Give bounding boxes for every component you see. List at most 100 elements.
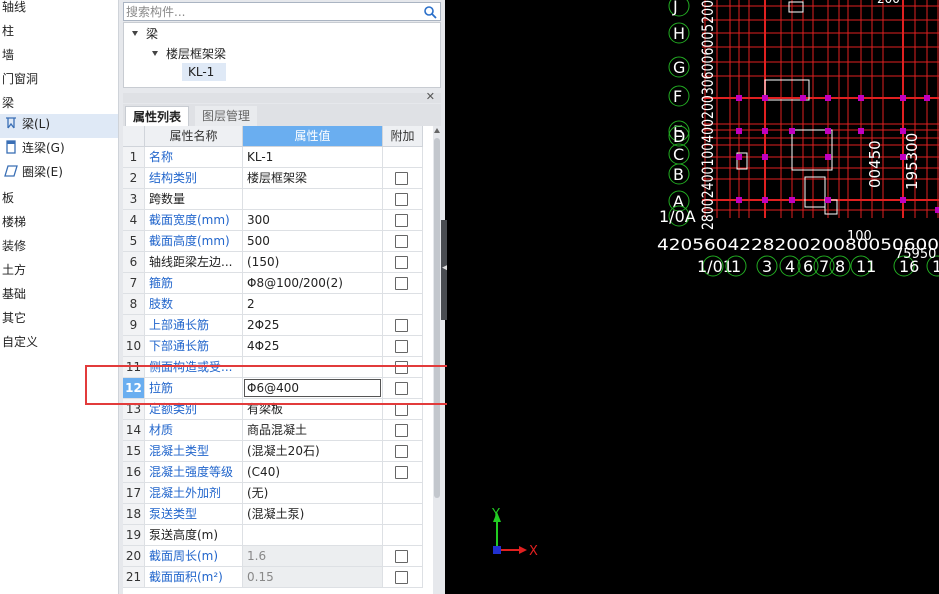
property-row[interactable]: 7 箍筋 Φ8@100/200(2) [123, 273, 433, 294]
nav-item-quanliang[interactable]: 圈梁(E) [0, 162, 63, 186]
property-row[interactable]: 11 侧面构造或受... [123, 357, 433, 378]
attach-checkbox[interactable] [395, 403, 408, 416]
property-value[interactable]: (混凝土泵) [243, 504, 383, 525]
property-row[interactable]: 19 泵送高度(m) [123, 525, 433, 546]
value-text: (C40) [247, 465, 281, 479]
property-value[interactable]: Φ6@400 [243, 378, 383, 399]
cad-drawing[interactable]: JHGFEDCBA1/0A 1/01134678111619 420560422… [447, 0, 939, 594]
property-row[interactable]: 15 混凝土类型 (混凝土20石) [123, 441, 433, 462]
nav-item-lianliang[interactable]: 连梁(G) [0, 138, 65, 162]
nav-item-wall[interactable]: 墙 [0, 45, 14, 69]
property-row[interactable]: 16 混凝土强度等级 (C40) [123, 462, 433, 483]
axis-y-label: Y [491, 507, 500, 522]
nav-item-beam-l[interactable]: 梁(L) [0, 114, 118, 138]
property-value[interactable]: (混凝土20石) [243, 441, 383, 462]
attach-checkbox[interactable] [395, 214, 408, 227]
cad-canvas[interactable]: JHGFEDCBA1/0A 1/01134678111619 420560422… [447, 0, 939, 594]
property-row[interactable]: 17 混凝土外加剂 (无) [123, 483, 433, 504]
nav-item-earthwork[interactable]: 土方 [0, 260, 26, 284]
scroll-up-icon[interactable] [434, 128, 440, 133]
property-row[interactable]: 4 截面宽度(mm) 300 [123, 210, 433, 231]
property-value[interactable]: 2 [243, 294, 383, 315]
tree-node-leaf[interactable]: KL-1 [182, 63, 227, 81]
property-row[interactable]: 13 定额类别 有梁板 [123, 399, 433, 420]
property-value[interactable]: 1.6 [243, 546, 383, 567]
attach-checkbox[interactable] [395, 466, 408, 479]
property-value[interactable] [243, 189, 383, 210]
attach-checkbox[interactable] [395, 256, 408, 269]
column-marker [900, 95, 906, 101]
search-icon[interactable] [423, 5, 437, 19]
property-name: 截面高度(mm) [145, 231, 243, 252]
property-value[interactable]: 有梁板 [243, 399, 383, 420]
property-row[interactable]: 14 材质 商品混凝土 [123, 420, 433, 441]
row-number: 1 [123, 147, 145, 168]
property-row[interactable]: 12 拉筋 Φ6@400 [123, 378, 433, 399]
vertical-dims-left: 28002400100400200306006005200 [698, 0, 717, 230]
nav-item-stair[interactable]: 楼梯 [0, 212, 26, 236]
grid-scrollbar[interactable] [433, 126, 441, 594]
attach-checkbox[interactable] [395, 550, 408, 563]
property-value[interactable]: 2Φ25 [243, 315, 383, 336]
property-value[interactable]: (无) [243, 483, 383, 504]
attach-checkbox[interactable] [395, 235, 408, 248]
property-value[interactable]: 商品混凝土 [243, 420, 383, 441]
tab-layers[interactable]: 图层管理 [195, 106, 258, 126]
close-icon[interactable]: ✕ [426, 90, 435, 103]
row-number: 14 [123, 420, 145, 441]
scroll-thumb[interactable] [434, 138, 440, 498]
tree-node-child[interactable]: 楼层框架梁 [152, 45, 226, 62]
value-editor[interactable] [244, 379, 381, 397]
property-name: 泵送高度(m) [145, 525, 243, 546]
property-value[interactable]: 楼层框架梁 [243, 168, 383, 189]
property-value[interactable]: 500 [243, 231, 383, 252]
dim-text-bottom-2: 100 [847, 229, 872, 244]
property-row[interactable]: 21 截面面积(m²) 0.15 [123, 567, 433, 588]
property-value[interactable] [243, 357, 383, 378]
attach-checkbox[interactable] [395, 193, 408, 206]
property-row[interactable]: 5 截面高度(mm) 500 [123, 231, 433, 252]
property-value[interactable]: (150) [243, 252, 383, 273]
nav-item-column[interactable]: 柱 [0, 21, 14, 45]
tree-node-root[interactable]: 梁 [132, 25, 158, 42]
attach-checkbox[interactable] [395, 361, 408, 374]
expand-icon[interactable] [132, 31, 138, 36]
property-row[interactable]: 18 泵送类型 (混凝土泵) [123, 504, 433, 525]
property-row[interactable]: 8 肢数 2 [123, 294, 433, 315]
property-value[interactable]: KL-1 [243, 147, 383, 168]
nav-item-axis[interactable]: 轴线 [0, 0, 26, 21]
property-row[interactable]: 1 名称 KL-1 [123, 147, 433, 168]
property-value[interactable]: 4Φ25 [243, 336, 383, 357]
nav-item-slab[interactable]: 板 [0, 188, 14, 212]
attach-checkbox[interactable] [395, 424, 408, 437]
nav-item-door-window[interactable]: 门窗洞 [0, 69, 38, 93]
nav-item-custom[interactable]: 自定义 [0, 332, 38, 356]
tab-properties[interactable]: 属性列表 [125, 106, 190, 126]
nav-item-other[interactable]: 其它 [0, 308, 26, 332]
property-value[interactable]: 0.15 [243, 567, 383, 588]
attach-checkbox[interactable] [395, 445, 408, 458]
attach-checkbox[interactable] [395, 571, 408, 584]
beam-icon [4, 116, 18, 130]
column-marker [858, 95, 864, 101]
nav-item-decoration[interactable]: 装修 [0, 236, 26, 260]
dim-text-bottom-3: 75950 [895, 247, 936, 262]
property-row[interactable]: 9 上部通长筋 2Φ25 [123, 315, 433, 336]
attach-checkbox[interactable] [395, 319, 408, 332]
attach-checkbox[interactable] [395, 340, 408, 353]
property-row[interactable]: 10 下部通长筋 4Φ25 [123, 336, 433, 357]
property-value[interactable]: Φ8@100/200(2) [243, 273, 383, 294]
property-row[interactable]: 2 结构类别 楼层框架梁 [123, 168, 433, 189]
attach-checkbox[interactable] [395, 382, 408, 395]
search-input[interactable] [126, 4, 416, 19]
nav-item-foundation[interactable]: 基础 [0, 284, 26, 308]
property-row[interactable]: 6 轴线距梁左边... (150) [123, 252, 433, 273]
attach-checkbox[interactable] [395, 172, 408, 185]
property-row[interactable]: 20 截面周长(m) 1.6 [123, 546, 433, 567]
attach-checkbox[interactable] [395, 277, 408, 290]
property-value[interactable]: (C40) [243, 462, 383, 483]
property-value[interactable]: 300 [243, 210, 383, 231]
property-value[interactable] [243, 525, 383, 546]
expand-icon[interactable] [152, 51, 158, 56]
property-row[interactable]: 3 跨数量 [123, 189, 433, 210]
